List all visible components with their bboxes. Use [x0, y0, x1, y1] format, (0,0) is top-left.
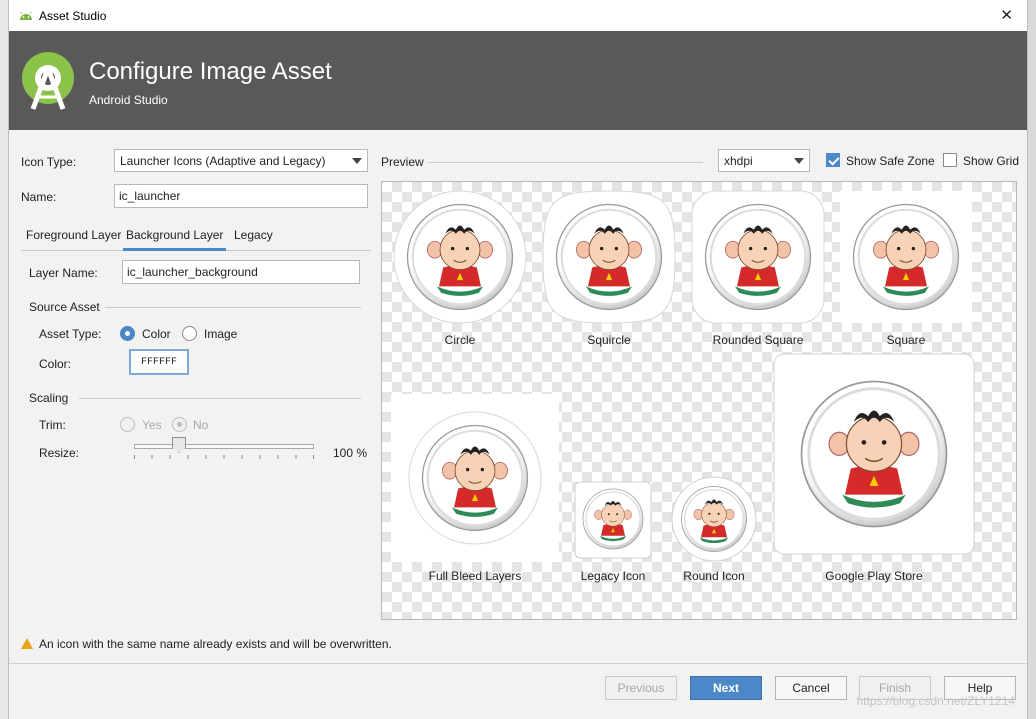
- preview-label-google-play: Google Play Store: [825, 569, 923, 583]
- asset-type-color-radio[interactable]: [120, 326, 135, 341]
- next-button[interactable]: Next: [690, 676, 762, 700]
- background-ide: [0, 0, 8, 719]
- trim-no-label: No: [193, 418, 209, 432]
- scaling-heading: Scaling: [29, 391, 69, 405]
- previous-button[interactable]: Previous: [605, 676, 677, 700]
- tab-legacy[interactable]: Legacy: [231, 227, 276, 251]
- asset-studio-dialog: Asset Studio ✕ Configure Image Asset And…: [8, 0, 1028, 719]
- preview-label-squircle: Squircle: [587, 333, 631, 347]
- icon-type-label: Icon Type:: [21, 155, 77, 169]
- resize-slider-track[interactable]: [134, 444, 314, 449]
- divider: [428, 162, 703, 163]
- trim-label: Trim:: [39, 418, 66, 432]
- trim-yes-radio[interactable]: [120, 417, 135, 432]
- android-icon: [20, 11, 32, 20]
- preview-label-circle: Circle: [444, 333, 476, 347]
- watermark: https://blog.csdn.net/ZLY1214: [856, 694, 1015, 708]
- preview-label-round: Round Icon: [683, 569, 745, 583]
- title-bar: Asset Studio ✕: [9, 0, 1027, 31]
- preview-icons: [391, 190, 975, 562]
- slider-ticks: [134, 455, 314, 459]
- layer-name-field[interactable]: ic_launcher_background: [122, 260, 360, 284]
- preview-label-square: Square: [886, 333, 926, 347]
- name-field[interactable]: ic_launcher: [114, 184, 368, 208]
- layer-name-label: Layer Name:: [29, 266, 98, 280]
- color-swatch-button[interactable]: FFFFFF: [129, 349, 189, 375]
- asset-type-color-label: Color: [142, 327, 171, 341]
- layer-name-value: ic_launcher_background: [127, 265, 258, 279]
- density-value: xhdpi: [724, 153, 753, 168]
- preview-rounded-square: [691, 190, 825, 324]
- show-safe-zone-checkbox[interactable]: [826, 153, 840, 167]
- show-grid-label: Show Grid: [963, 154, 1020, 168]
- warning-text: An icon with the same name already exist…: [39, 637, 392, 651]
- name-label: Name:: [21, 190, 57, 204]
- tab-foreground-layer[interactable]: Foreground Layer: [23, 227, 124, 251]
- icon-type-dropdown[interactable]: Launcher Icons (Adaptive and Legacy): [114, 149, 368, 172]
- page-subtitle: Android Studio: [89, 93, 168, 107]
- preview-label: Preview: [381, 155, 424, 169]
- density-dropdown[interactable]: xhdpi: [718, 149, 810, 172]
- tab-background-layer[interactable]: Background Layer: [123, 227, 227, 251]
- resize-slider-thumb[interactable]: [172, 437, 186, 453]
- layer-tabs: Foreground Layer Background Layer Legacy: [21, 223, 371, 251]
- preview-legacy: [574, 481, 652, 559]
- preview-round: [671, 476, 757, 562]
- resize-label: Resize:: [39, 446, 80, 460]
- icon-type-value: Launcher Icons (Adaptive and Legacy): [120, 153, 326, 168]
- warning-icon: [21, 638, 33, 649]
- asset-type-label: Asset Type:: [39, 327, 102, 341]
- header-banner: Configure Image Asset Android Studio: [9, 31, 1027, 130]
- chevron-down-icon: [352, 158, 362, 164]
- close-icon[interactable]: ✕: [1000, 6, 1013, 24]
- divider: [79, 398, 361, 399]
- preview-label-rounded-square: Rounded Square: [712, 333, 804, 347]
- show-safe-zone-label: Show Safe Zone: [846, 154, 935, 168]
- window-title: Asset Studio: [39, 9, 107, 23]
- preview-full-bleed: [391, 394, 559, 562]
- show-grid-checkbox[interactable]: [943, 153, 957, 167]
- page-title: Configure Image Asset: [89, 58, 332, 85]
- divider: [105, 307, 361, 308]
- divider: [9, 663, 1027, 664]
- preview-canvas: Circle Squircle Rounded Square Square Fu…: [381, 181, 1017, 620]
- source-asset-heading: Source Asset: [29, 300, 100, 314]
- asset-type-image-radio[interactable]: [182, 326, 197, 341]
- resize-value: 100 %: [333, 446, 368, 460]
- trim-no-radio[interactable]: [172, 417, 187, 432]
- preview-google-play: [773, 353, 975, 555]
- overwrite-warning: An icon with the same name already exist…: [21, 637, 392, 651]
- preview-label-full-bleed: Full Bleed Layers: [428, 569, 522, 583]
- chevron-down-icon: [794, 158, 804, 164]
- asset-type-image-label: Image: [204, 327, 238, 341]
- name-value: ic_launcher: [119, 189, 181, 203]
- preview-circle: [393, 190, 527, 324]
- preview-square: [840, 191, 972, 323]
- android-studio-logo-icon: [22, 52, 74, 110]
- cancel-button[interactable]: Cancel: [775, 676, 847, 700]
- preview-squircle: [542, 190, 676, 324]
- trim-yes-label: Yes: [142, 418, 162, 432]
- color-label: Color:: [39, 357, 72, 371]
